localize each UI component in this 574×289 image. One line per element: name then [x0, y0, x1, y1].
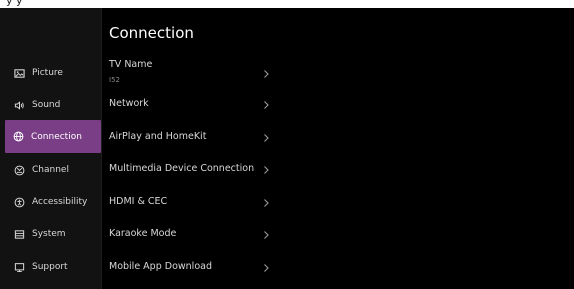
chevron-right-icon: [262, 133, 270, 143]
sidebar-item-sound[interactable]: Sound: [6, 90, 102, 120]
setting-row-airplay[interactable]: AirPlay and HomeKit: [109, 122, 274, 152]
page-title: Connection: [109, 24, 194, 42]
setting-row-mobile-app[interactable]: Mobile App Download: [109, 252, 274, 282]
row-label: HDMI & CEC: [109, 196, 168, 207]
sidebar-divider: [101, 8, 102, 289]
sidebar-item-label: Connection: [31, 131, 82, 142]
setting-row-network[interactable]: Network: [109, 89, 274, 119]
row-label: AirPlay and HomeKit: [109, 131, 207, 142]
settings-sidebar: Picture Sound Connection Channel Accessi: [0, 8, 102, 289]
system-icon: [13, 228, 25, 240]
sidebar-item-channel[interactable]: Channel: [6, 155, 102, 185]
top-strip-text: y y: [6, 0, 23, 7]
sidebar-item-label: Channel: [32, 165, 69, 175]
chevron-right-icon: [262, 165, 270, 175]
sidebar-item-system[interactable]: System: [6, 219, 102, 249]
chevron-right-icon: [262, 263, 270, 273]
sound-icon: [13, 99, 25, 111]
tv-settings-screen: Picture Sound Connection Channel Accessi: [0, 8, 574, 289]
chevron-right-icon: [262, 198, 270, 208]
row-label: TV Name: [109, 59, 153, 70]
row-label: Multimedia Device Connection: [109, 163, 255, 174]
accessibility-icon: [13, 196, 25, 208]
support-icon: [13, 261, 25, 273]
chevron-right-icon: [262, 69, 270, 79]
sidebar-item-connection[interactable]: Connection: [5, 120, 101, 153]
sidebar-item-label: Accessibility: [32, 197, 88, 207]
setting-row-karaoke-mode[interactable]: Karaoke Mode: [109, 219, 274, 249]
sidebar-item-label: Picture: [32, 68, 63, 78]
sidebar-item-label: System: [32, 229, 66, 239]
row-label: Mobile App Download: [109, 261, 212, 272]
globe-icon: [12, 131, 24, 143]
channel-icon: [13, 164, 25, 176]
setting-row-hdmi-cec[interactable]: HDMI & CEC: [109, 187, 274, 217]
top-strip: y y: [0, 0, 574, 8]
sidebar-item-accessibility[interactable]: Accessibility: [6, 187, 102, 217]
chevron-right-icon: [262, 230, 270, 240]
row-label: Network: [109, 98, 149, 109]
picture-icon: [13, 67, 25, 79]
sidebar-item-picture[interactable]: Picture: [6, 58, 102, 88]
row-label: Karaoke Mode: [109, 228, 177, 239]
sidebar-item-label: Sound: [32, 100, 61, 110]
sidebar-item-support[interactable]: Support: [6, 252, 102, 282]
setting-row-multimedia-device[interactable]: Multimedia Device Connection: [109, 154, 274, 184]
chevron-right-icon: [262, 100, 270, 110]
sidebar-item-label: Support: [32, 262, 68, 272]
row-value: I52: [109, 76, 120, 84]
setting-row-tv-name[interactable]: TV Name I52: [109, 57, 274, 87]
